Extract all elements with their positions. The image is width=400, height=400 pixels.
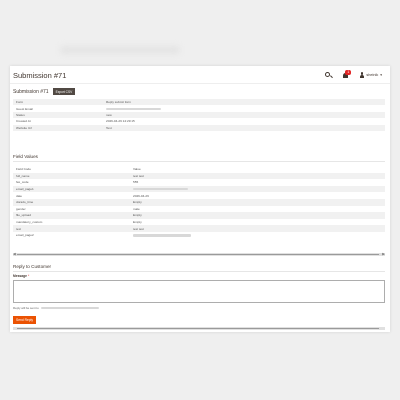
info-key: Guest Email [16, 106, 33, 111]
field-value [133, 233, 385, 237]
field-value: 555 [133, 180, 139, 185]
field-value: Value [133, 167, 141, 172]
field-key: date [16, 193, 23, 198]
user-menu[interactable]: sheinik ▾ [359, 72, 382, 78]
field-value: male [133, 206, 140, 211]
redacted-email [133, 188, 188, 191]
info-value: 2026-04-29 14:29:15 [106, 119, 135, 124]
send-reply-button[interactable]: Send Reply [13, 316, 37, 324]
submission-title: Submission #71 [13, 88, 49, 95]
submission-header: Submission #71 Export CSV [13, 88, 76, 95]
field-key: file_upload [16, 213, 31, 218]
reply-section-title: Reply to Customer [13, 264, 52, 269]
table-row: gender male [13, 206, 385, 213]
export-csv-button[interactable]: Export CSV [52, 88, 76, 95]
page-header: Submission #71 1 sheinik ▾ [10, 66, 390, 84]
table-row: date 2026-04-29 [13, 192, 385, 199]
chevron-down-icon: ▾ [380, 73, 382, 77]
field-value: Empty [133, 220, 142, 225]
horizontal-scrollbar[interactable]: ◀ ▶ [13, 252, 385, 256]
message-textarea[interactable] [13, 280, 385, 303]
table-row: Website Url Test [13, 124, 385, 131]
info-key: Created At [16, 119, 31, 124]
table-row: Field Code Value [13, 166, 385, 173]
field-key: gender [16, 206, 26, 211]
field-key: fax_code [16, 180, 29, 185]
required-marker: * [27, 274, 30, 278]
field-value: 2026-04-29 [133, 193, 149, 198]
notification-count-badge: 1 [345, 69, 352, 75]
info-value: Reply submit form [106, 100, 131, 105]
search-icon[interactable] [325, 71, 333, 79]
user-name: sheinik [366, 73, 379, 77]
notification-bell-icon[interactable]: 1 [342, 69, 352, 79]
table-row: email_page1 [13, 185, 385, 193]
field-key: Field Code [16, 167, 31, 172]
redacted-email [106, 107, 161, 110]
page-title: Submission #71 [13, 71, 67, 80]
info-key: Form [16, 100, 24, 105]
info-key: Status [16, 112, 25, 117]
message-label: Message* [13, 274, 30, 278]
redacted-email [133, 234, 191, 237]
table-row: text test test [13, 225, 385, 232]
submission-info-table: Form Reply submit form Guest Email Statu… [13, 99, 385, 131]
field-values-table: Field Code Value full_name test test fax… [13, 166, 385, 239]
info-value [106, 107, 385, 111]
redacted-email [40, 306, 99, 310]
field-key: email_page2 [16, 233, 34, 238]
field-key: full_name [16, 173, 30, 178]
field-value: test test [133, 173, 144, 178]
table-row: email_page2 [13, 232, 385, 239]
info-value: Test [106, 125, 112, 130]
info-key: Website Url [16, 125, 32, 130]
field-value [133, 187, 385, 191]
info-value: new [106, 112, 112, 117]
reply-note-text: Reply will be sent to [13, 306, 39, 310]
table-row: fax_code 555 [13, 179, 385, 186]
table-row: file_upload Empty [13, 212, 385, 219]
field-values-title: Field Values [13, 154, 38, 159]
bottom-scrollbar[interactable] [13, 327, 385, 330]
field-key: email_page1 [16, 187, 34, 192]
divider [13, 161, 385, 162]
scroll-left-icon[interactable]: ◀ [13, 252, 16, 256]
header-actions: 1 sheinik ▾ [325, 69, 382, 79]
blurred-backdrop [60, 46, 180, 54]
table-row: full_name test test [13, 172, 385, 180]
table-row: mandatory_custom Empty [13, 219, 385, 226]
field-value: Empty [133, 213, 142, 218]
field-value: test test [133, 226, 144, 231]
scroll-right-icon[interactable]: ▶ [382, 252, 385, 256]
field-value: Empty [133, 200, 142, 205]
user-icon [359, 72, 365, 78]
table-row: dorado_time Empty [13, 198, 385, 206]
divider [13, 271, 385, 272]
field-key: dorado_time [16, 200, 34, 205]
reply-note: Reply will be sent to [13, 306, 99, 310]
scrollbar-thumb[interactable] [17, 254, 379, 255]
scrollbar-thumb[interactable] [17, 328, 379, 329]
field-key: text [16, 226, 21, 231]
submission-card: Submission #71 1 sheinik ▾ Submission #7… [10, 66, 390, 332]
field-key: mandatory_custom [16, 220, 43, 225]
